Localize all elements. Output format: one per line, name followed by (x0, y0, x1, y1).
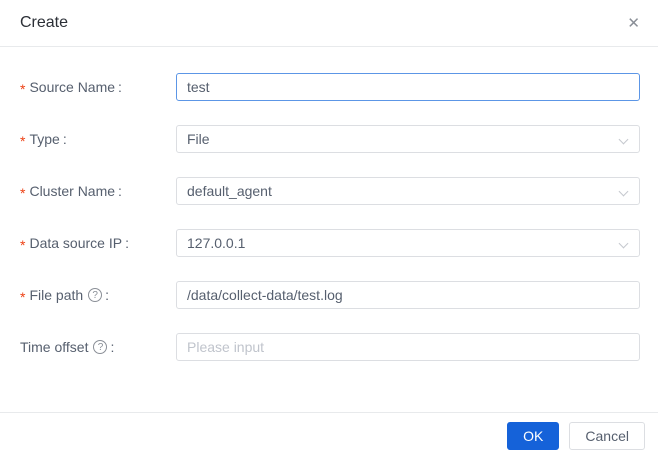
cluster-name-select[interactable]: default_agent (176, 177, 640, 205)
cluster-name-label: * Cluster Name : (20, 177, 176, 205)
required-marker: * (20, 237, 26, 253)
label-colon: : (62, 131, 67, 147)
type-select-value: File (187, 131, 210, 147)
field-label-text: Data source IP (29, 235, 123, 251)
label-colon: : (125, 235, 129, 251)
label-colon: : (105, 287, 110, 303)
ok-button[interactable]: OK (507, 421, 560, 450)
label-colon: : (118, 79, 122, 95)
label-colon: : (110, 339, 115, 355)
create-dialog: Create ✕ * Source Name : * Type : File (0, 0, 658, 458)
field-label-text: Time offset (20, 339, 89, 355)
form-row-source-name: * Source Name : (20, 73, 640, 101)
source-name-input[interactable] (176, 73, 640, 101)
form-row-data-source-ip: * Data source IP : 127.0.0.1 (20, 229, 640, 257)
form-row-time-offset: Time offset ? : (20, 333, 640, 361)
required-marker: * (20, 185, 26, 201)
label-colon: : (118, 183, 122, 199)
cancel-button[interactable]: Cancel (569, 421, 645, 450)
source-name-label: * Source Name : (20, 73, 176, 101)
cluster-name-select-value: default_agent (187, 183, 272, 199)
file-path-input[interactable] (176, 281, 640, 309)
dialog-header: Create ✕ (0, 0, 658, 47)
dialog-footer: OK Cancel (0, 412, 658, 458)
type-select[interactable]: File (176, 125, 640, 153)
field-label-text: Source Name (29, 79, 116, 95)
create-form: * Source Name : * Type : File (0, 47, 658, 361)
type-label: * Type : (20, 125, 176, 153)
data-source-ip-label: * Data source IP : (20, 229, 176, 257)
file-path-label: * File path ? : (20, 281, 176, 309)
field-label-text: Cluster Name (29, 183, 116, 199)
dialog-title: Create (20, 14, 69, 31)
field-label-text: Type (29, 131, 60, 147)
required-marker: * (20, 133, 26, 149)
data-source-ip-select[interactable]: 127.0.0.1 (176, 229, 640, 257)
close-icon[interactable]: ✕ (625, 14, 642, 33)
help-icon[interactable]: ? (93, 340, 108, 354)
form-row-type: * Type : File (20, 125, 640, 153)
help-icon[interactable]: ? (88, 288, 103, 302)
required-marker: * (20, 81, 26, 97)
form-row-file-path: * File path ? : (20, 281, 640, 309)
form-row-cluster-name: * Cluster Name : default_agent (20, 177, 640, 205)
data-source-ip-select-value: 127.0.0.1 (187, 235, 246, 251)
time-offset-input[interactable] (176, 333, 640, 361)
time-offset-label: Time offset ? : (20, 333, 176, 361)
field-label-text: File path (29, 287, 84, 303)
required-marker: * (20, 289, 26, 305)
